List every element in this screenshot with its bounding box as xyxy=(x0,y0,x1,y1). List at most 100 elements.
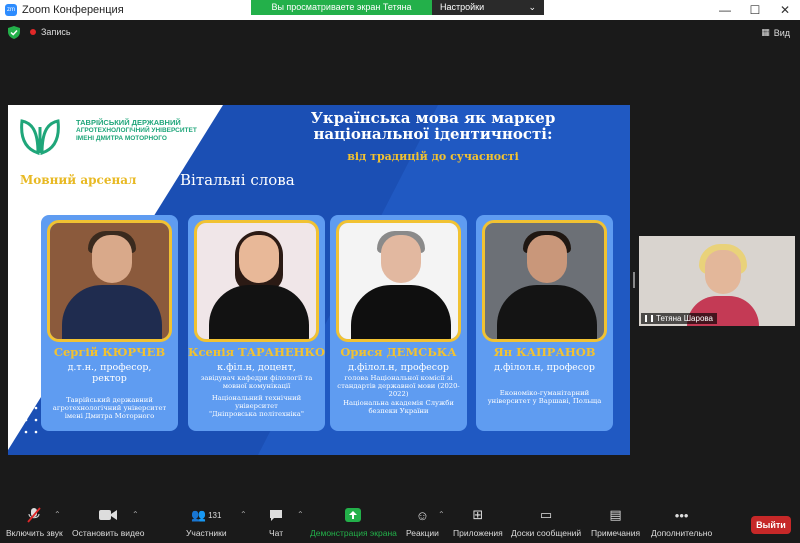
affiliation-line-1: Національна академія Служби xyxy=(343,399,454,407)
share-screen-label: Демонстрация экрана xyxy=(310,528,397,538)
apps-label: Приложения xyxy=(453,528,503,538)
view-options-button[interactable]: Настройки просмотра ⌄ xyxy=(432,0,544,27)
more-button[interactable]: ••• Дополнительно xyxy=(651,506,713,539)
share-screen-icon xyxy=(345,506,362,524)
chat-label: Чат xyxy=(269,528,284,538)
chat-bubble-icon xyxy=(269,506,283,524)
speaker-affiliation: Національна академія Служби безпеки Укра… xyxy=(334,399,463,415)
participants-count: 131 xyxy=(208,510,222,520)
chat-button[interactable]: Чат xyxy=(269,506,283,538)
participant-name: Тетяна Шарова xyxy=(656,314,713,323)
reactions-button[interactable]: ☺ Реакции xyxy=(406,506,439,539)
shield-check-icon[interactable] xyxy=(8,26,20,39)
affiliation-line-1: Таврійський державний xyxy=(66,396,153,404)
speaker-degree: д.філол.н, професор xyxy=(494,362,595,373)
participant-face xyxy=(705,250,741,294)
chevron-up-icon[interactable]: ⌃ xyxy=(297,510,304,519)
share-message: Вы просматриваете экран Тетяна Шарова xyxy=(251,0,432,27)
speaker-role: завідувач кафедри філології та мовної ко… xyxy=(200,374,313,390)
degree-line-2: ректор xyxy=(92,373,127,384)
whiteboards-button[interactable]: ▭ Доски сообщений xyxy=(511,506,581,538)
arsenal-title: Мовний арсенал xyxy=(20,173,137,187)
affiliation-line-3: "Дніпровська політехніка" xyxy=(209,410,304,418)
speaker-card: Сергій КЮРЧЕВ д.т.н., професор, ректор Т… xyxy=(41,215,178,431)
maximize-button[interactable]: ☐ xyxy=(740,0,770,20)
affiliation-line-1: Економіко-гуманітарний xyxy=(499,389,590,397)
affiliation-line-2: безпеки України xyxy=(368,407,429,415)
share-banner: Вы просматриваете экран Тетяна Шарова На… xyxy=(251,0,544,27)
record-dot-icon xyxy=(30,29,36,35)
speaker-degree: д.т.н., професор, ректор xyxy=(41,362,178,384)
video-camera-icon xyxy=(99,506,118,524)
apps-grid-icon: ⊞ xyxy=(472,507,484,522)
apps-button[interactable]: ⊞ Приложения xyxy=(453,506,503,538)
speaker-name: Ян КАПРАНОВ xyxy=(493,345,596,359)
university-logo-icon xyxy=(20,119,60,156)
meeting-top-bar: Запись ▦ Вид xyxy=(0,20,800,46)
panel-resize-handle[interactable] xyxy=(633,272,635,288)
affiliation-line-2: агротехнологічний університет xyxy=(52,404,167,412)
view-button[interactable]: ▦ Вид xyxy=(761,27,790,38)
reactions-label: Реакции xyxy=(406,528,439,538)
headline-line-1: Українська мова як маркер xyxy=(310,109,556,127)
chevron-up-icon[interactable]: ⌃ xyxy=(438,510,445,519)
speaker-name: Ксенія ТАРАНЕНКО xyxy=(188,345,325,359)
speaker-photo xyxy=(336,220,461,342)
grid-icon: ▦ xyxy=(761,27,770,37)
notes-label: Примечания xyxy=(591,528,641,538)
affiliation-line-1: Національний технічний xyxy=(211,394,302,402)
whiteboards-label: Доски сообщений xyxy=(511,528,582,538)
notes-button[interactable]: ▤ Примечания xyxy=(591,506,640,538)
chevron-up-icon[interactable]: ⌃ xyxy=(54,510,61,519)
university-name: ТАВРІЙСЬКИЙ ДЕРЖАВНИЙ АГРОТЕХНОЛОГІЧНИЙ … xyxy=(76,119,197,143)
more-dots-icon: ••• xyxy=(674,507,689,523)
close-button[interactable]: ✕ xyxy=(770,0,800,20)
share-screen-button[interactable]: Демонстрация экрана xyxy=(310,506,397,538)
view-options-label: Настройки просмотра xyxy=(440,2,485,27)
recording-indicator[interactable]: Запись xyxy=(30,27,71,37)
logo-line-3: ІМЕНІ ДМИТРА МОТОРНОГО xyxy=(76,135,167,142)
leave-meeting-button[interactable]: Выйти xyxy=(751,516,791,534)
chevron-up-icon[interactable]: ⌃ xyxy=(240,510,247,519)
speaker-role: голова Національної комісії зі стандарті… xyxy=(337,374,460,398)
microphone-muted-icon xyxy=(27,506,42,524)
affiliation-line-3: імені Дмитра Моторного xyxy=(64,412,155,420)
participants-button[interactable]: 👥 131 Участники xyxy=(186,506,227,538)
participant-video-tile[interactable]: Тетяна Шарова xyxy=(639,236,795,326)
whiteboard-icon: ▭ xyxy=(539,507,553,522)
window-title: Zoom Конференция xyxy=(22,4,124,16)
affiliation-line-2: університет xyxy=(235,402,278,410)
speaker-photo xyxy=(47,220,172,342)
affiliation-line-2: університет у Варшаві, Польща xyxy=(487,397,602,405)
recording-label: Запись xyxy=(41,27,71,37)
speaker-card: Орися ДЕМСЬКА д.філол.н, професор голова… xyxy=(330,215,467,431)
welcome-heading: Вітальні слова xyxy=(180,171,295,189)
speaker-photo xyxy=(194,220,319,342)
participants-icon: 👥 131 xyxy=(191,508,222,522)
chevron-down-icon: ⌄ xyxy=(528,2,536,12)
slide-headline: Українська мова як маркер національної і… xyxy=(288,110,578,142)
participants-label: Участники xyxy=(186,528,227,538)
speaker-card: Ксенія ТАРАНЕНКО к.філ.н, доцент, завіду… xyxy=(188,215,325,431)
presentation-slide: ТАВРІЙСЬКИЙ ДЕРЖАВНИЙ АГРОТЕХНОЛОГІЧНИЙ … xyxy=(8,105,630,455)
decorative-dots xyxy=(14,382,38,434)
participant-name-tag: Тетяна Шарова xyxy=(641,313,717,324)
chevron-up-icon[interactable]: ⌃ xyxy=(132,510,139,519)
degree-line-1: д.т.н., професор, xyxy=(67,362,152,373)
speaker-photo xyxy=(482,220,607,342)
more-label: Дополнительно xyxy=(651,528,713,538)
speaker-degree: к.філ.н, доцент, xyxy=(217,362,296,373)
logo-line-2: АГРОТЕХНОЛОГІЧНИЙ УНІВЕРСИТЕТ xyxy=(76,127,197,134)
view-label: Вид xyxy=(773,27,790,38)
video-label: Остановить видео xyxy=(72,528,145,538)
logo-line-1: ТАВРІЙСЬКИЙ ДЕРЖАВНИЙ xyxy=(76,118,181,127)
signal-bars-icon xyxy=(645,315,653,322)
minimize-button[interactable]: — xyxy=(710,0,740,20)
speaker-affiliation: Економіко-гуманітарний університет у Вар… xyxy=(480,389,609,405)
mute-label: Включить звук xyxy=(6,528,63,538)
speaker-name: Орися ДЕМСЬКА xyxy=(340,345,457,359)
zoom-app-icon: zm xyxy=(5,4,17,16)
headline-line-2: національної ідентичності: xyxy=(313,125,553,143)
meeting-toolbar: Включить звук ⌃ Остановить видео ⌃ 👥 131… xyxy=(0,506,800,543)
speaker-affiliation: Національний технічний університет "Дніп… xyxy=(192,394,321,418)
